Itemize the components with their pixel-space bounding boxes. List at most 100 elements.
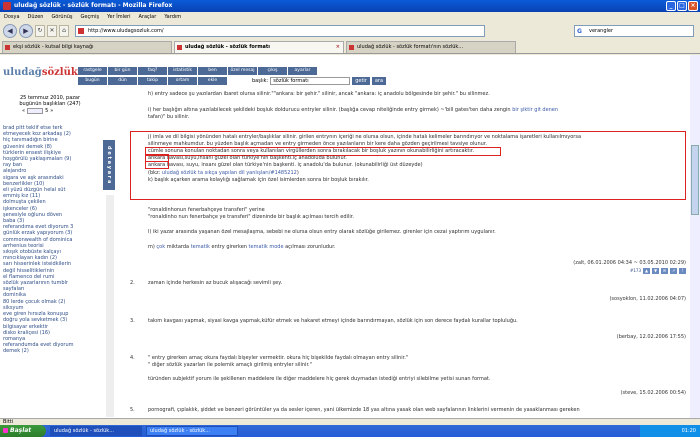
search-text: verangler	[589, 28, 614, 34]
entry-5: pornografi, çıplaklık, şiddet ve benzeri…	[148, 407, 580, 413]
menu-file[interactable]: Dosya	[4, 12, 20, 22]
url-input[interactable]: http://www.uludagsozluk.com/	[75, 25, 485, 37]
taskbar: Başlat uludağ sözlük - sözlük... uludağ …	[0, 425, 700, 437]
menu-help[interactable]: Yardım	[164, 12, 181, 22]
page-number: 5	[45, 108, 49, 114]
link-tematik-mode[interactable]: tematik mode	[249, 244, 284, 250]
menu-bookmarks[interactable]: Yer İmleri	[107, 12, 130, 22]
entry-number-3: 3.	[130, 318, 135, 324]
rule-j5: ankara havası, suyu, insanı güzel olan t…	[148, 162, 423, 169]
back-button[interactable]: ◀	[3, 24, 17, 38]
rule-j4: ankara havası,suyu,insanı güzel olan tür…	[148, 155, 347, 162]
stop-icon[interactable]: ✕	[47, 25, 57, 37]
task-firefox-2[interactable]: uludağ sözlük - sözlük...	[146, 426, 238, 436]
tab-uludag-format[interactable]: uludağ sözlük - sözlük formatı ×	[174, 41, 344, 53]
entry-2: zaman içinde herkesin az bucuk alışacağı…	[148, 280, 283, 286]
page-select[interactable]	[27, 108, 44, 114]
entry-meta-3[interactable]: (berbay, 12.02.2006 17:55)	[617, 334, 686, 341]
title-input[interactable]: sözlük formatı	[270, 77, 351, 85]
maximize-button[interactable]: □	[677, 1, 687, 11]
rule-k3: "ronaldinho nun fenerbahçe ye transferi"…	[148, 214, 354, 220]
nav-random[interactable]: rastgele	[78, 67, 107, 75]
right-scrollbar[interactable]	[690, 55, 700, 418]
title-label: başlık:	[252, 78, 269, 84]
rule-i-link[interactable]: bir şiktir git denen	[512, 107, 558, 113]
entry-actions-1: #173 ▲ ▼ ✉ ↗ !	[630, 268, 686, 274]
entry-area: h) entry sadece şu yazılardan ibaret olu…	[130, 91, 686, 418]
title-search: başlık: sözlük formatı getir ara	[252, 77, 387, 85]
message-icon[interactable]: ✉	[661, 268, 668, 274]
rule-m-mid2: entry girerken	[209, 244, 249, 250]
entry-4b: " diğer sözlük yazarları ile polemik ama…	[148, 362, 312, 368]
vote-down-icon[interactable]: ▼	[652, 268, 659, 274]
nav-media[interactable]: ortam	[168, 77, 197, 85]
rule-i-end: tafan)" bu silinir.	[148, 114, 190, 120]
nav-add[interactable]: ekle	[198, 77, 227, 85]
prev-page-button[interactable]: «	[22, 108, 25, 114]
scroll-thumb[interactable]	[691, 145, 699, 215]
rule-i: i) her başlığın altına yazılabilecek şek…	[148, 107, 558, 114]
entry-meta-4[interactable]: (steve, 15.02.2006 00:54)	[621, 390, 686, 397]
google-icon: G	[577, 28, 582, 35]
bkz-suffix: )	[296, 170, 299, 176]
search-button[interactable]: ara	[371, 77, 387, 85]
search-input[interactable]: G verangler	[574, 25, 694, 37]
rule-m: m) çok miktarda tematik entry girerken t…	[148, 244, 335, 251]
left-scrollbar[interactable]	[106, 195, 114, 417]
menu-history[interactable]: Geçmiş	[81, 12, 100, 22]
tab-uludag-format-2[interactable]: uludağ sözlük - sözlük formatı'nın sözlü…	[346, 41, 516, 53]
forward-button[interactable]: ▶	[19, 24, 33, 38]
task-firefox-1[interactable]: uludağ sözlük - sözlük...	[50, 426, 142, 436]
home-icon[interactable]: ⌂	[59, 25, 69, 37]
nav-faq[interactable]: faq?	[138, 67, 167, 75]
tab-label: uludağ sözlük - sözlük formatı'nın sözlü…	[357, 44, 464, 50]
flag-icon[interactable]: !	[679, 268, 686, 274]
next-page-button[interactable]: »	[50, 108, 53, 114]
link-cok[interactable]: çok	[156, 244, 165, 250]
detail-search-tab[interactable]: d e t a y a r a	[103, 140, 115, 190]
nav-messages[interactable]: özel mesaj	[228, 67, 257, 75]
link-tematik[interactable]: tematik	[191, 244, 210, 250]
menu-view[interactable]: Görünüş	[51, 12, 72, 22]
logo-text-a: uludağ	[3, 67, 42, 78]
site-favicon	[78, 28, 84, 34]
site-logo[interactable]: uludağsözlük	[3, 67, 78, 78]
top-nav-row2: bugün dün takip ortam ekle	[78, 77, 227, 85]
example-good: havası, suyu, insanı güzel olan türkiye'…	[166, 162, 423, 168]
share-icon[interactable]: ↗	[670, 268, 677, 274]
rule-j6: (bkz: uludağ sözlük ta sıkça yapılan dil…	[148, 170, 299, 177]
nav-yesterday[interactable]: dün	[108, 77, 137, 85]
bkz-prefix: (bkz:	[148, 170, 162, 176]
reload-icon[interactable]: ↻	[35, 25, 45, 37]
top-nav-row1: rastgele bir gün faq? istatistik ben öze…	[78, 67, 347, 75]
today-count[interactable]: bugünün başlıkları (247)	[0, 101, 100, 107]
entry-number-4: 4.	[130, 355, 135, 361]
nav-follow[interactable]: takip	[138, 77, 167, 85]
menu-bar: Dosya Düzen Görünüş Geçmiş Yer İmleri Ar…	[0, 12, 700, 22]
entry-number[interactable]: #173	[630, 268, 641, 274]
firefox-icon	[3, 2, 11, 10]
tab-eksi[interactable]: ekşi sözlük - kutsal bilgi kaynağı	[2, 41, 172, 53]
start-button[interactable]: Başlat	[0, 425, 46, 437]
close-button[interactable]: ×	[688, 1, 698, 11]
go-button[interactable]: getir	[352, 77, 370, 85]
menu-tools[interactable]: Araçlar	[139, 12, 157, 22]
rule-k: k) başlık açarken arama kolaylığı sağlam…	[148, 177, 369, 183]
nav-stats[interactable]: istatistik	[168, 67, 197, 75]
nav-logout[interactable]: çıkış	[258, 67, 287, 75]
nav-today[interactable]: bugün	[78, 77, 107, 85]
entry-meta-2[interactable]: (sosyoklon, 11.02.2006 04:07)	[609, 296, 686, 303]
bkz-link[interactable]: uludağ sözlük ta sıkça yapılan dil yanlı…	[162, 170, 297, 176]
minimize-button[interactable]: _	[666, 1, 676, 11]
nav-settings[interactable]: ayarlar	[288, 67, 317, 75]
tab-favicon	[349, 45, 354, 50]
vote-up-icon[interactable]: ▲	[643, 268, 650, 274]
nav-one-day[interactable]: bir gün	[108, 67, 137, 75]
menu-edit[interactable]: Düzen	[28, 12, 44, 22]
nav-me[interactable]: ben	[198, 67, 227, 75]
tab-close-icon[interactable]: ×	[336, 42, 340, 53]
topic-list-item[interactable]: demek (2)	[3, 348, 105, 354]
entry-meta-1[interactable]: (zalt, 06.01.2006 04:34 ~ 03.05.2010 02:…	[573, 260, 686, 267]
tab-label: ekşi sözlük - kutsal bilgi kaynağı	[13, 44, 94, 50]
entry-3: takım kavgası yapmak, siyasi kavga yapma…	[148, 318, 518, 324]
